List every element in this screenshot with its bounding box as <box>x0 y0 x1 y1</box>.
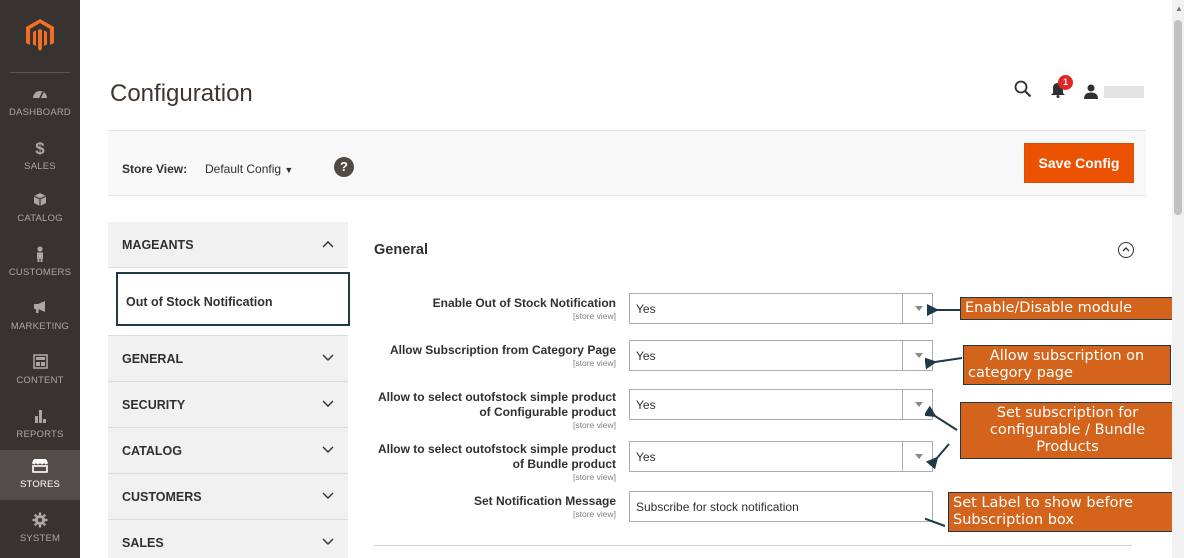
tab-group-title: MAGEANTS <box>122 238 194 252</box>
tab-group-security[interactable]: SECURITY <box>108 382 348 428</box>
store-view-label: Store View: <box>122 162 188 176</box>
tab-out-of-stock-notification[interactable]: Out of Stock Notification <box>108 268 350 336</box>
field-label: Set Notification Message [store view] <box>326 494 616 519</box>
sidebar-item-label: CUSTOMERS <box>8 267 72 278</box>
save-config-button[interactable]: Save Config <box>1024 143 1134 183</box>
tab-group-title: CUSTOMERS <box>122 490 202 504</box>
tab-label: Out of Stock Notification <box>126 295 273 309</box>
store-view-value: Default Config <box>205 162 282 176</box>
sidebar-divider <box>10 72 70 73</box>
bar-chart-icon <box>0 408 80 426</box>
field-label: Allow to select outofstock simple produc… <box>326 390 616 430</box>
select-value: Yes <box>636 349 656 363</box>
tab-group-general[interactable]: GENERAL <box>108 336 348 382</box>
annotation-arrow <box>925 517 946 527</box>
field-label: Allow Subscription from Category Page [s… <box>326 343 616 368</box>
dollar-icon: $ <box>35 139 45 158</box>
select-value: Yes <box>636 398 656 412</box>
search-icon[interactable] <box>1014 80 1032 103</box>
tab-group-title: GENERAL <box>122 352 184 366</box>
configurable-outofstock-select[interactable]: Yes <box>629 389 933 420</box>
sidebar-item-label: SALES <box>24 161 56 172</box>
sidebar-item-stores[interactable]: STORES <box>0 450 80 500</box>
page-title: Configuration <box>110 80 253 107</box>
sidebar-item-label: DASHBOARD <box>9 107 71 118</box>
sidebar-item-label: STORES <box>19 479 61 490</box>
person-icon <box>0 246 80 264</box>
input-value: Subscribe for stock notification <box>636 500 799 514</box>
store-icon <box>0 458 80 476</box>
sidebar-item-system[interactable]: SYSTEM <box>0 512 80 558</box>
notification-message-input[interactable]: Subscribe for stock notification <box>629 491 933 522</box>
tab-group-customers[interactable]: CUSTOMERS <box>108 474 348 520</box>
box-icon <box>0 192 80 210</box>
user-icon <box>1084 84 1098 99</box>
sidebar-item-content[interactable]: CONTENT <box>0 354 80 408</box>
annotation-category-subscription: Allow subscription on category page <box>963 345 1171 385</box>
enable-notification-select[interactable]: Yes <box>629 293 933 324</box>
annotation-enable-module: Enable/Disable module <box>960 297 1173 320</box>
sidebar-item-customers[interactable]: CUSTOMERS <box>0 246 80 300</box>
page-scrollbar[interactable]: ▲ <box>1172 0 1184 558</box>
annotation-arrow <box>925 405 958 431</box>
store-view-switcher[interactable]: Default Config ▼ <box>205 162 293 176</box>
help-icon[interactable]: ? <box>334 157 354 177</box>
scope-label: [store view] <box>573 509 616 519</box>
caret-down-icon: ▼ <box>284 165 294 175</box>
bundle-outofstock-select[interactable]: Yes <box>629 441 933 472</box>
sidebar-item-sales[interactable]: $ SALES <box>0 140 80 194</box>
notifications-button[interactable]: 1 <box>1050 74 1073 103</box>
sidebar-item-label: CONTENT <box>16 375 64 386</box>
select-value: Yes <box>636 302 656 316</box>
user-account-button[interactable] <box>1084 84 1144 99</box>
allow-category-subscription-select[interactable]: Yes <box>629 340 933 371</box>
user-name <box>1104 85 1144 98</box>
store-view-bar: Store View: Default Config ▼ ? Save Conf… <box>108 130 1146 196</box>
select-value: Yes <box>636 450 656 464</box>
field-label: Allow to select outofstock simple produc… <box>326 442 616 482</box>
scrollbar-thumb[interactable] <box>1174 20 1182 215</box>
chevron-up-icon <box>322 235 334 251</box>
tab-group-title: SALES <box>122 536 164 550</box>
scope-label: [store view] <box>573 472 616 482</box>
annotation-label-before-box: Set Label to show before Subscription bo… <box>948 492 1174 532</box>
section-divider <box>374 545 1132 546</box>
tab-group-catalog[interactable]: CATALOG <box>108 428 348 474</box>
layout-icon <box>0 354 80 372</box>
scope-label: [store view] <box>573 420 616 430</box>
chevron-down-icon <box>322 533 334 549</box>
sidebar-item-label: REPORTS <box>16 429 64 440</box>
annotation-arrow <box>925 443 950 470</box>
sidebar-item-catalog[interactable]: CATALOG <box>0 192 80 246</box>
annotation-arrow <box>925 357 963 370</box>
gear-icon <box>0 512 80 530</box>
scope-label: [store view] <box>573 358 616 368</box>
magento-logo[interactable] <box>0 0 80 70</box>
sidebar-item-label: MARKETING <box>10 321 70 332</box>
sidebar-item-label: SYSTEM <box>19 533 61 544</box>
admin-sidebar: DASHBOARD $ SALES CATALOG CUSTOMERS MARK… <box>0 0 80 558</box>
field-label: Enable Out of Stock Notification [store … <box>326 296 616 321</box>
tab-group-title: CATALOG <box>122 444 182 458</box>
header-actions: 1 <box>1014 74 1144 103</box>
notification-badge: 1 <box>1058 74 1073 90</box>
sidebar-item-label: CATALOG <box>17 213 63 224</box>
sidebar-item-dashboard[interactable]: DASHBOARD <box>0 86 80 140</box>
tab-group-title: SECURITY <box>122 398 186 412</box>
config-tabs-nav: MAGEANTS Out of Stock Notification GENER… <box>108 222 350 558</box>
sidebar-item-marketing[interactable]: MARKETING <box>0 300 80 354</box>
tab-group-mageants[interactable]: MAGEANTS <box>108 222 348 268</box>
collapse-section-icon[interactable] <box>1118 242 1134 258</box>
annotation-configurable-bundle: Set subscription for configurable / Bund… <box>960 402 1175 459</box>
megaphone-icon <box>0 300 80 318</box>
dashboard-icon <box>0 86 80 104</box>
tab-group-sales[interactable]: SALES <box>108 520 348 558</box>
scroll-up-icon[interactable]: ▲ <box>1175 4 1183 13</box>
scope-label: [store view] <box>573 311 616 321</box>
magento-logo-icon <box>26 19 54 51</box>
section-title[interactable]: General <box>374 242 428 258</box>
